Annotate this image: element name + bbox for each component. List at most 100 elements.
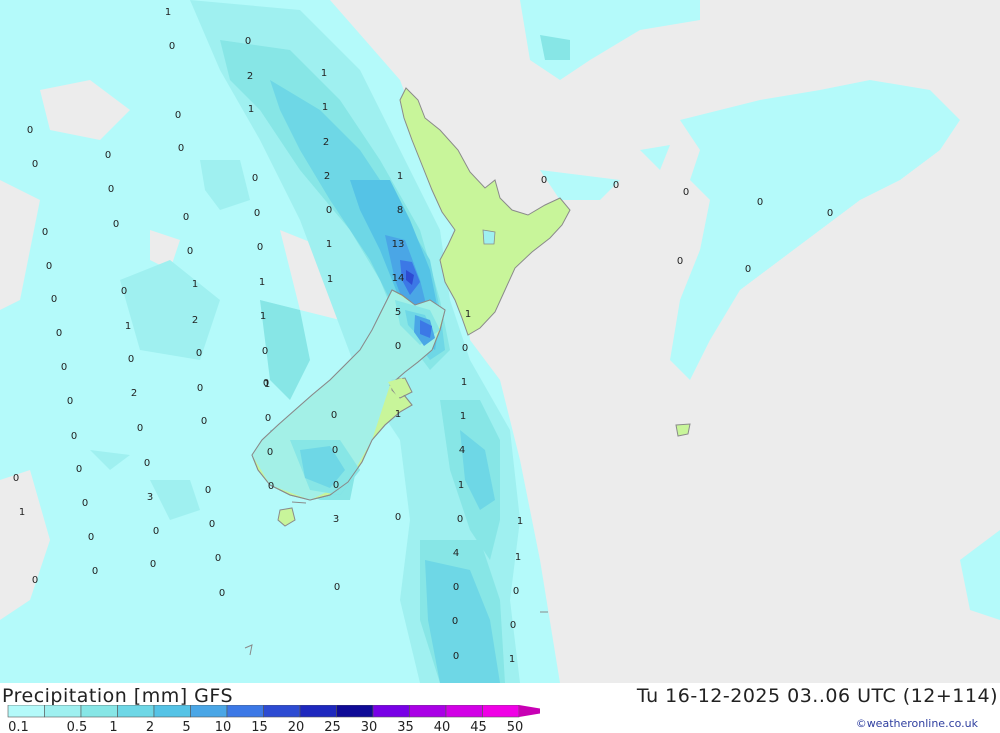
precip-value-label: 0 <box>32 575 38 586</box>
precip-value-label: 0 <box>76 464 82 475</box>
precip-value-label: 0 <box>453 651 459 662</box>
legend-swatch <box>336 705 374 718</box>
precip-value-label: 2 <box>323 137 329 148</box>
precip-value-label: 0 <box>209 519 215 530</box>
precip-value-label: 0 <box>215 553 221 564</box>
precip-value-label: 0 <box>254 208 260 219</box>
legend-labels: 0.1 0.5 1 2 5 10 15 20 25 30 35 40 45 50 <box>8 720 523 733</box>
precip-value-label: 0 <box>252 173 258 184</box>
precip-value-label: 0 <box>265 413 271 424</box>
precip-value-label: 14 <box>392 273 405 284</box>
precip-value-label: 0 <box>187 246 193 257</box>
legend-label: 5 <box>182 720 190 733</box>
precip-value-label: 0 <box>205 485 211 496</box>
precipitation-map: 10 02 11 10200020001 0 0800000130001140001050… <box>0 0 1000 683</box>
legend-arrow <box>519 705 540 717</box>
precip-value-label: 1 <box>465 309 471 320</box>
precip-value-label: 0 <box>169 41 175 52</box>
legend-label: 40 <box>434 720 451 733</box>
legend-label: 25 <box>324 720 341 733</box>
map-title: Precipitation [mm] GFS <box>2 685 234 707</box>
legend-swatch <box>153 705 191 718</box>
legend-swatches <box>7 705 540 718</box>
precip-value-label: 2 <box>192 315 198 326</box>
legend-swatch <box>7 705 45 718</box>
precip-value-label: 0 <box>183 212 189 223</box>
legend-label: 45 <box>470 720 487 733</box>
legend-swatch <box>190 705 228 718</box>
precip-value-label: 0 <box>333 480 339 491</box>
precip-value-label: 0 <box>137 423 143 434</box>
precip-value-label: 0 <box>453 582 459 593</box>
precip-value-label: 1 <box>517 516 523 527</box>
precip-value-label: 0 <box>332 445 338 456</box>
legend-swatch <box>482 705 520 718</box>
legend-swatch <box>226 705 264 718</box>
precip-value-label: 0 <box>92 566 98 577</box>
precip-value-label: 0 <box>331 410 337 421</box>
precip-value-label: 1 <box>515 552 521 563</box>
precip-value-label: 0 <box>457 514 463 525</box>
color-legend: 0.1 0.5 1 2 5 10 15 20 25 30 35 40 45 50 <box>7 705 540 733</box>
lake-taupo <box>482 229 496 245</box>
legend-swatch <box>263 705 301 718</box>
precip-value-label: 0 <box>510 620 516 631</box>
precip-value-label: 1 <box>458 480 464 491</box>
precip-value-label: 0 <box>46 261 52 272</box>
legend-label: 50 <box>507 720 524 733</box>
precip-value-label: 0 <box>27 125 33 136</box>
chatham-island <box>675 423 691 437</box>
precip-value-label: 0 <box>175 110 181 121</box>
precip-value-label: 0 <box>201 416 207 427</box>
precip-value-label: 5 <box>395 307 401 318</box>
precip-value-label: 4 <box>459 445 465 456</box>
precip-value-label: 1 <box>327 274 333 285</box>
precip-value-label: 1 <box>248 104 254 115</box>
precip-value-label: 3 <box>147 492 153 503</box>
precip-value-label: 0 <box>452 616 458 627</box>
precip-value-label: 13 <box>392 239 405 250</box>
precip-value-label: 0 <box>395 341 401 352</box>
precip-value-label: 0 <box>144 458 150 469</box>
legend-swatch <box>299 705 337 718</box>
precip-value-label: 0 <box>263 378 269 389</box>
precip-value-label: 0 <box>51 294 57 305</box>
legend-label: 0.1 <box>8 720 29 733</box>
precip-value-label: 2 <box>324 171 330 182</box>
legend-swatch <box>80 705 118 718</box>
credit-link[interactable]: ©weatheronline.co.uk <box>856 717 978 730</box>
legend-label: 30 <box>361 720 378 733</box>
precip-value-label: 1 <box>395 409 401 420</box>
precip-value-label: 0 <box>121 286 127 297</box>
precip-value-label: 0 <box>71 431 77 442</box>
precip-value-label: 0 <box>42 227 48 238</box>
precip-value-label: 0 <box>82 498 88 509</box>
precip-value-label: 1 <box>165 7 171 18</box>
precip-value-label: 1 <box>259 277 265 288</box>
precip-value-label: 0 <box>334 582 340 593</box>
precip-value-label: 0 <box>677 256 683 267</box>
precip-value-label: 0 <box>827 208 833 219</box>
precip-value-label: 0 <box>113 219 119 230</box>
precip-value-label: 0 <box>32 159 38 170</box>
precip-value-label: 0 <box>128 354 134 365</box>
precip-value-label: 1 <box>322 102 328 113</box>
precip-value-label: 0 <box>462 343 468 354</box>
precip-value-label: 0 <box>245 36 251 47</box>
legend-swatch <box>409 705 447 718</box>
precip-value-label: 0 <box>105 150 111 161</box>
precip-value-label: 0 <box>395 512 401 523</box>
precip-value-label: 1 <box>321 68 327 79</box>
precip-value-label: 0 <box>153 526 159 537</box>
precip-value-label: 0 <box>257 242 263 253</box>
forecast-datetime: Tu 16-12-2025 03..06 UTC (12+114) <box>636 685 998 707</box>
precip-value-label: 0 <box>178 143 184 154</box>
precip-value-label: 0 <box>150 559 156 570</box>
precip-value-label: 2 <box>247 71 253 82</box>
legend-label: 1 <box>109 720 117 733</box>
precip-value-label: 0 <box>108 184 114 195</box>
precip-value-label: 0 <box>88 532 94 543</box>
legend-label: 10 <box>215 720 232 733</box>
precip-value-label: 0 <box>262 346 268 357</box>
precip-value-label: 1 <box>192 279 198 290</box>
